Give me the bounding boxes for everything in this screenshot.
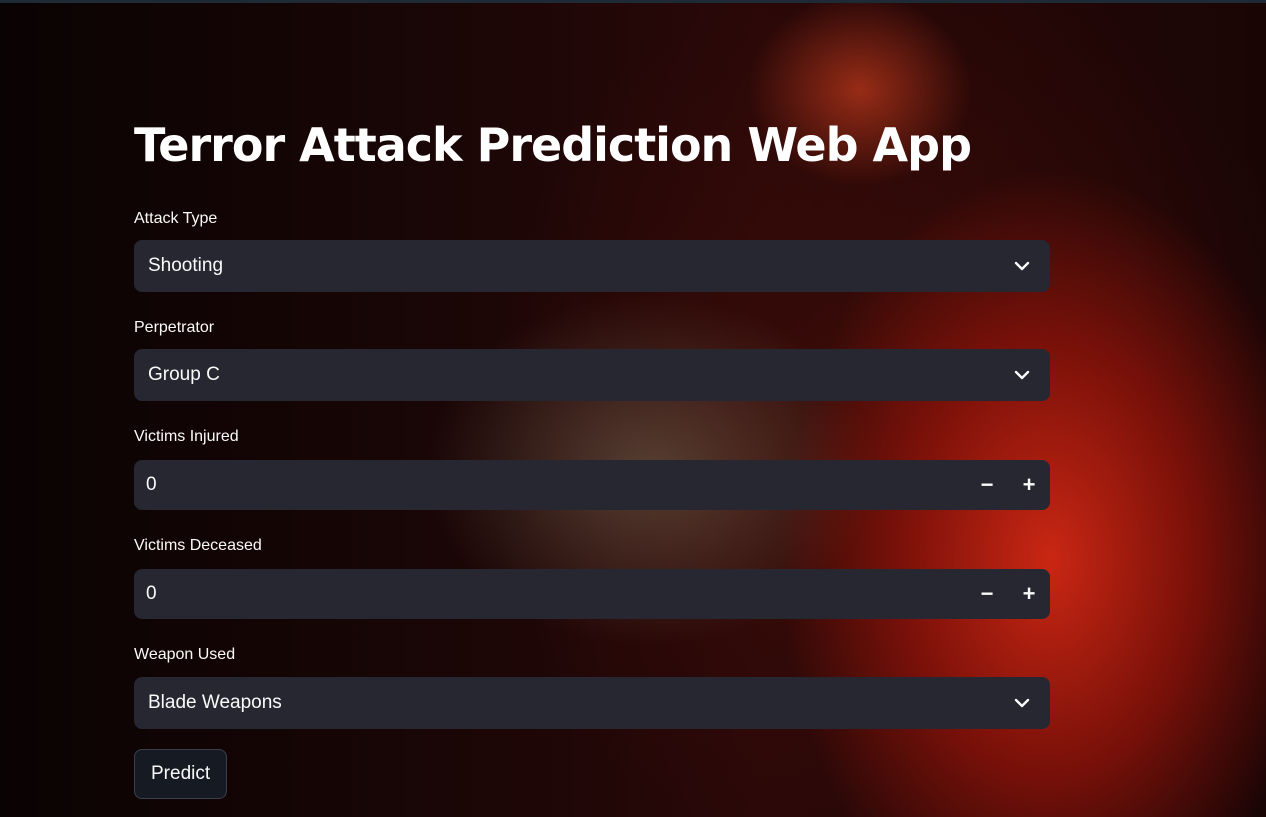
victims-deceased-decrement-button[interactable]: − [966, 569, 1008, 619]
perpetrator-value: Group C [148, 364, 220, 385]
victims-injured-number-input: − + [134, 459, 1050, 511]
victims-injured-decrement-button[interactable]: − [966, 460, 1008, 510]
perpetrator-label: Perpetrator [134, 319, 215, 336]
attack-type-label: Attack Type [134, 210, 218, 227]
top-decoration-bar [0, 0, 1266, 3]
weapon-used-value: Blade Weapons [148, 692, 282, 713]
chevron-down-icon [1008, 361, 1036, 389]
victims-deceased-number-input: − + [134, 568, 1050, 620]
victims-deceased-increment-button[interactable]: + [1008, 569, 1050, 619]
victims-injured-label: Victims Injured [134, 428, 239, 445]
chevron-down-icon [1008, 689, 1036, 717]
page-title: Terror Attack Prediction Web App [134, 118, 972, 172]
weapon-used-label: Weapon Used [134, 646, 236, 663]
victims-injured-field[interactable] [134, 459, 966, 511]
attack-type-value: Shooting [148, 255, 224, 276]
chevron-down-icon [1008, 252, 1036, 280]
weapon-used-select[interactable]: Blade Weapons [134, 677, 1050, 729]
attack-type-select[interactable]: Shooting [134, 240, 1050, 292]
perpetrator-select[interactable]: Group C [134, 349, 1050, 401]
victims-injured-increment-button[interactable]: + [1008, 460, 1050, 510]
predict-button[interactable]: Predict [134, 749, 228, 799]
victims-deceased-label: Victims Deceased [134, 537, 262, 554]
victims-deceased-field[interactable] [134, 568, 966, 620]
